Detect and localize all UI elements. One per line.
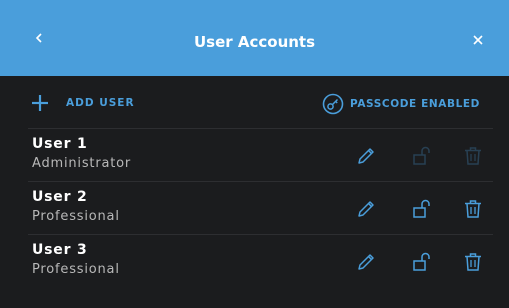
user-role: Administrator — [32, 156, 132, 171]
delete-button[interactable] — [462, 145, 484, 167]
unlock-icon — [413, 146, 430, 165]
delete-button[interactable] — [462, 198, 484, 220]
trash-icon — [465, 147, 481, 165]
unlock-icon — [413, 252, 430, 271]
user-row: User 3 Professional — [28, 234, 493, 287]
user-name: User 3 — [32, 242, 88, 258]
lock-button[interactable] — [410, 198, 432, 220]
pencil-icon — [358, 254, 374, 270]
pencil-icon — [358, 148, 374, 164]
close-icon — [473, 35, 483, 45]
pencil-icon — [358, 201, 374, 217]
edit-button[interactable] — [355, 251, 377, 273]
trash-icon — [465, 200, 481, 218]
passcode-label: PASSCODE ENABLED — [350, 98, 480, 110]
plus-icon — [32, 95, 48, 111]
header-bar: User Accounts — [0, 0, 509, 76]
add-user-label: ADD USER — [66, 97, 135, 109]
close-button[interactable] — [471, 33, 485, 47]
lock-button[interactable] — [410, 251, 432, 273]
edit-button[interactable] — [355, 145, 377, 167]
trash-icon — [465, 253, 481, 271]
unlock-icon — [413, 199, 430, 218]
user-row: User 2 Professional — [28, 181, 493, 234]
lock-button[interactable] — [410, 145, 432, 167]
user-row: User 1 Administrator — [28, 128, 493, 181]
page-title: User Accounts — [193, 33, 316, 51]
user-name: User 2 — [32, 189, 88, 205]
key-icon — [322, 93, 344, 115]
delete-button[interactable] — [462, 251, 484, 273]
user-role: Professional — [32, 209, 120, 224]
user-name: User 1 — [32, 136, 88, 152]
add-user-button[interactable]: ADD USER — [30, 92, 135, 114]
edit-button[interactable] — [355, 198, 377, 220]
passcode-enabled-button[interactable]: PASSCODE ENABLED — [322, 92, 480, 116]
user-role: Professional — [32, 262, 120, 277]
